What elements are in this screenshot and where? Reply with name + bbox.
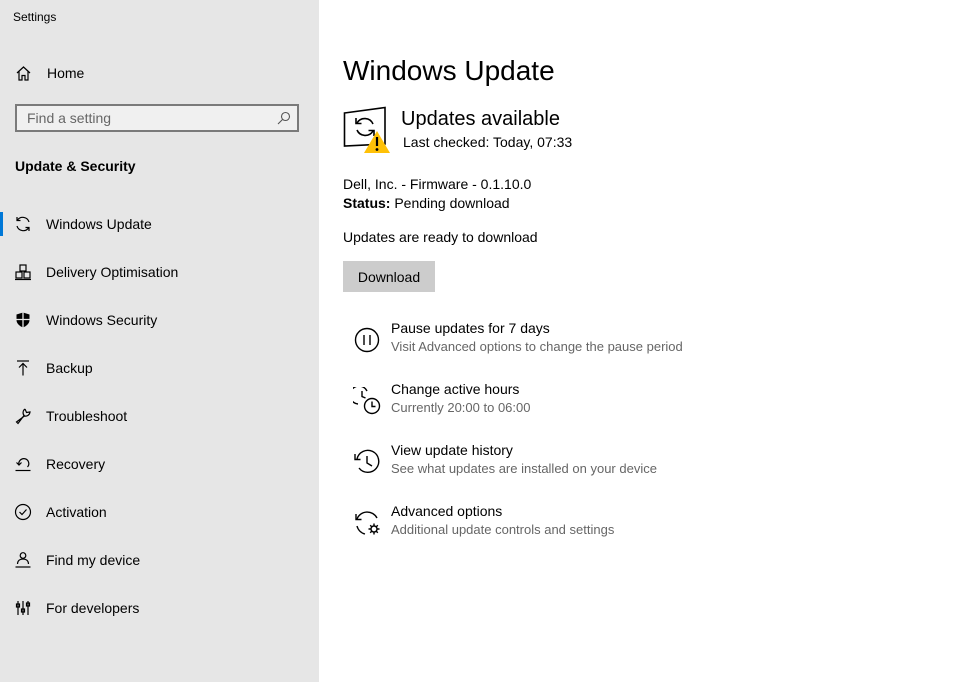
search-input[interactable]: [17, 106, 277, 130]
search-box[interactable]: [15, 104, 299, 132]
option-title: View update history: [391, 442, 513, 458]
search-icon[interactable]: [277, 111, 291, 125]
person-location-icon: [15, 552, 31, 568]
active-hours-icon: [353, 387, 381, 415]
update-name: Dell, Inc. - Firmware - 0.1.10.0: [343, 176, 532, 192]
main-content: Windows Update Updates available Last ch…: [319, 0, 960, 682]
update-status: Status: Pending download: [343, 195, 510, 211]
developer-icon: [15, 601, 31, 615]
status-value: Pending download: [394, 195, 510, 211]
ready-text: Updates are ready to download: [343, 229, 538, 245]
sidebar-item-label: Recovery: [46, 456, 106, 472]
home-label: Home: [47, 65, 85, 81]
advanced-gear-icon: [355, 511, 380, 535]
refresh-icon: [16, 216, 30, 232]
status-label: Status:: [343, 195, 391, 211]
pause-icon: [354, 327, 380, 353]
sidebar-item-label: For developers: [46, 600, 140, 616]
sidebar-item-label: Find my device: [46, 552, 141, 568]
sidebar-item-recovery[interactable]: Recovery: [0, 444, 319, 484]
sidebar-item-delivery-optimisation[interactable]: Delivery Optimisation: [0, 252, 319, 292]
sidebar-item-backup[interactable]: Backup: [0, 348, 319, 388]
backup-arrow-icon: [17, 360, 29, 376]
shield-icon: [16, 312, 30, 328]
option-subtitle: Visit Advanced options to change the pau…: [391, 339, 683, 354]
option-subtitle: See what updates are installed on your d…: [391, 461, 657, 476]
recovery-icon: [15, 458, 31, 472]
sidebar-item-label: Windows Security: [46, 312, 158, 328]
advanced-options-option[interactable]: Advanced options Additional update contr…: [343, 503, 843, 553]
sidebar-item-find-my-device[interactable]: Find my device: [0, 540, 319, 580]
sidebar-item-troubleshoot[interactable]: Troubleshoot: [0, 396, 319, 436]
view-update-history-option[interactable]: View update history See what updates are…: [343, 442, 843, 492]
sidebar-item-label: Windows Update: [46, 216, 152, 232]
sidebar-item-activation[interactable]: Activation: [0, 492, 319, 532]
home-nav-item[interactable]: Home: [0, 58, 319, 88]
option-subtitle: Additional update controls and settings: [391, 522, 615, 537]
option-title: Advanced options: [391, 503, 503, 519]
sidebar-item-windows-update[interactable]: Windows Update: [0, 204, 319, 244]
update-warning-icon: [343, 106, 390, 153]
option-subtitle: Currently 20:00 to 06:00: [391, 400, 531, 415]
sidebar: Settings Home Update & Security Windows …: [0, 0, 319, 682]
sidebar-item-label: Troubleshoot: [46, 408, 128, 424]
pause-updates-option[interactable]: Pause updates for 7 days Visit Advanced …: [343, 320, 843, 370]
check-circle-icon: [14, 503, 32, 521]
delivery-icon: [15, 264, 31, 281]
sidebar-item-windows-security[interactable]: Windows Security: [0, 300, 319, 340]
option-title: Change active hours: [391, 381, 520, 397]
last-checked-text: Last checked: Today, 07:33: [403, 134, 573, 150]
window-title: Settings: [13, 10, 57, 24]
update-status-title: Updates available: [401, 108, 560, 130]
download-button[interactable]: Download: [343, 261, 435, 292]
home-icon: [16, 66, 31, 81]
sidebar-item-label: Delivery Optimisation: [46, 264, 179, 280]
wrench-icon: [15, 408, 31, 425]
change-active-hours-option[interactable]: Change active hours Currently 20:00 to 0…: [343, 381, 843, 431]
section-title: Update & Security: [15, 158, 136, 174]
option-title: Pause updates for 7 days: [391, 320, 550, 336]
sidebar-item-label: Activation: [46, 504, 107, 520]
sidebar-item-for-developers[interactable]: For developers: [0, 588, 319, 628]
history-icon: [354, 449, 380, 474]
page-title: Windows Update: [343, 55, 555, 86]
sidebar-item-label: Backup: [46, 360, 93, 376]
